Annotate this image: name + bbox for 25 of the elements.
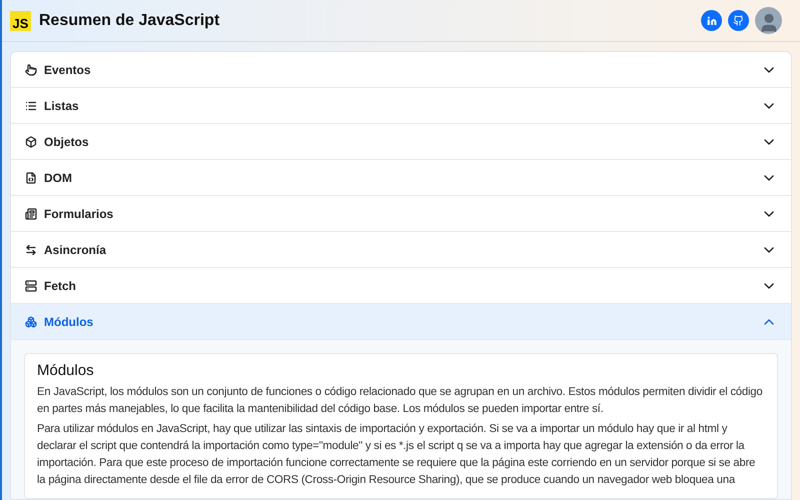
accordion-header[interactable]: Eventos (11, 52, 791, 88)
github-icon (733, 15, 744, 26)
accordion-header[interactable]: Módulos (11, 304, 791, 340)
code-file-icon (25, 172, 37, 184)
accordion-header[interactable]: Formularios (11, 196, 791, 232)
github-link[interactable] (728, 10, 749, 31)
avatar[interactable] (755, 7, 782, 34)
pointer-icon (25, 64, 37, 76)
section-heading: Módulos (37, 361, 95, 381)
server-icon (25, 280, 37, 292)
accordion-header[interactable]: Objetos (11, 124, 791, 160)
accordion-header[interactable]: Asincronía (11, 232, 791, 268)
js-logo: JS (10, 10, 31, 30)
cubes-icon (25, 316, 37, 328)
paragraph: En JavaScript, los módulos son un conjunto de funciones o código relacionado que se agrupan en un archivo. Estos módulos permiten dividir el código en partes más manejables, lo que facilita la mantenibilidad del código base. Los módulos se pueden importar entre sí. (37, 384, 764, 416)
form-icon (25, 208, 37, 220)
accordion-header[interactable]: DOM (11, 160, 791, 196)
accordion-header[interactable]: Listas (11, 88, 791, 124)
linkedin-link[interactable] (701, 10, 722, 31)
list-icon (25, 100, 37, 112)
page-title: Resumen de JavaScript (39, 10, 220, 30)
linkedin-icon (706, 16, 716, 26)
paragraph: Para utilizar módulos en JavaScript, hay que utilizar las sintaxis de importación y exportación. Si se va a importar un módulo hay que ir al html y declarar el script que contendrá la importación como type="module" y si es *.js el script q se va a importa hay que agregar la extensión o da error la importación. Para que este proceso de importación funcione correctamente se requiere que la página este corriendo en un servidor porque si se abre la página directamente desde el file da error de CORS (Cross-Origin Resource Sharing), que se produce cuando un navegador web bloquea una (37, 422, 756, 488)
arrows-icon (25, 244, 37, 256)
box-icon (25, 136, 37, 148)
